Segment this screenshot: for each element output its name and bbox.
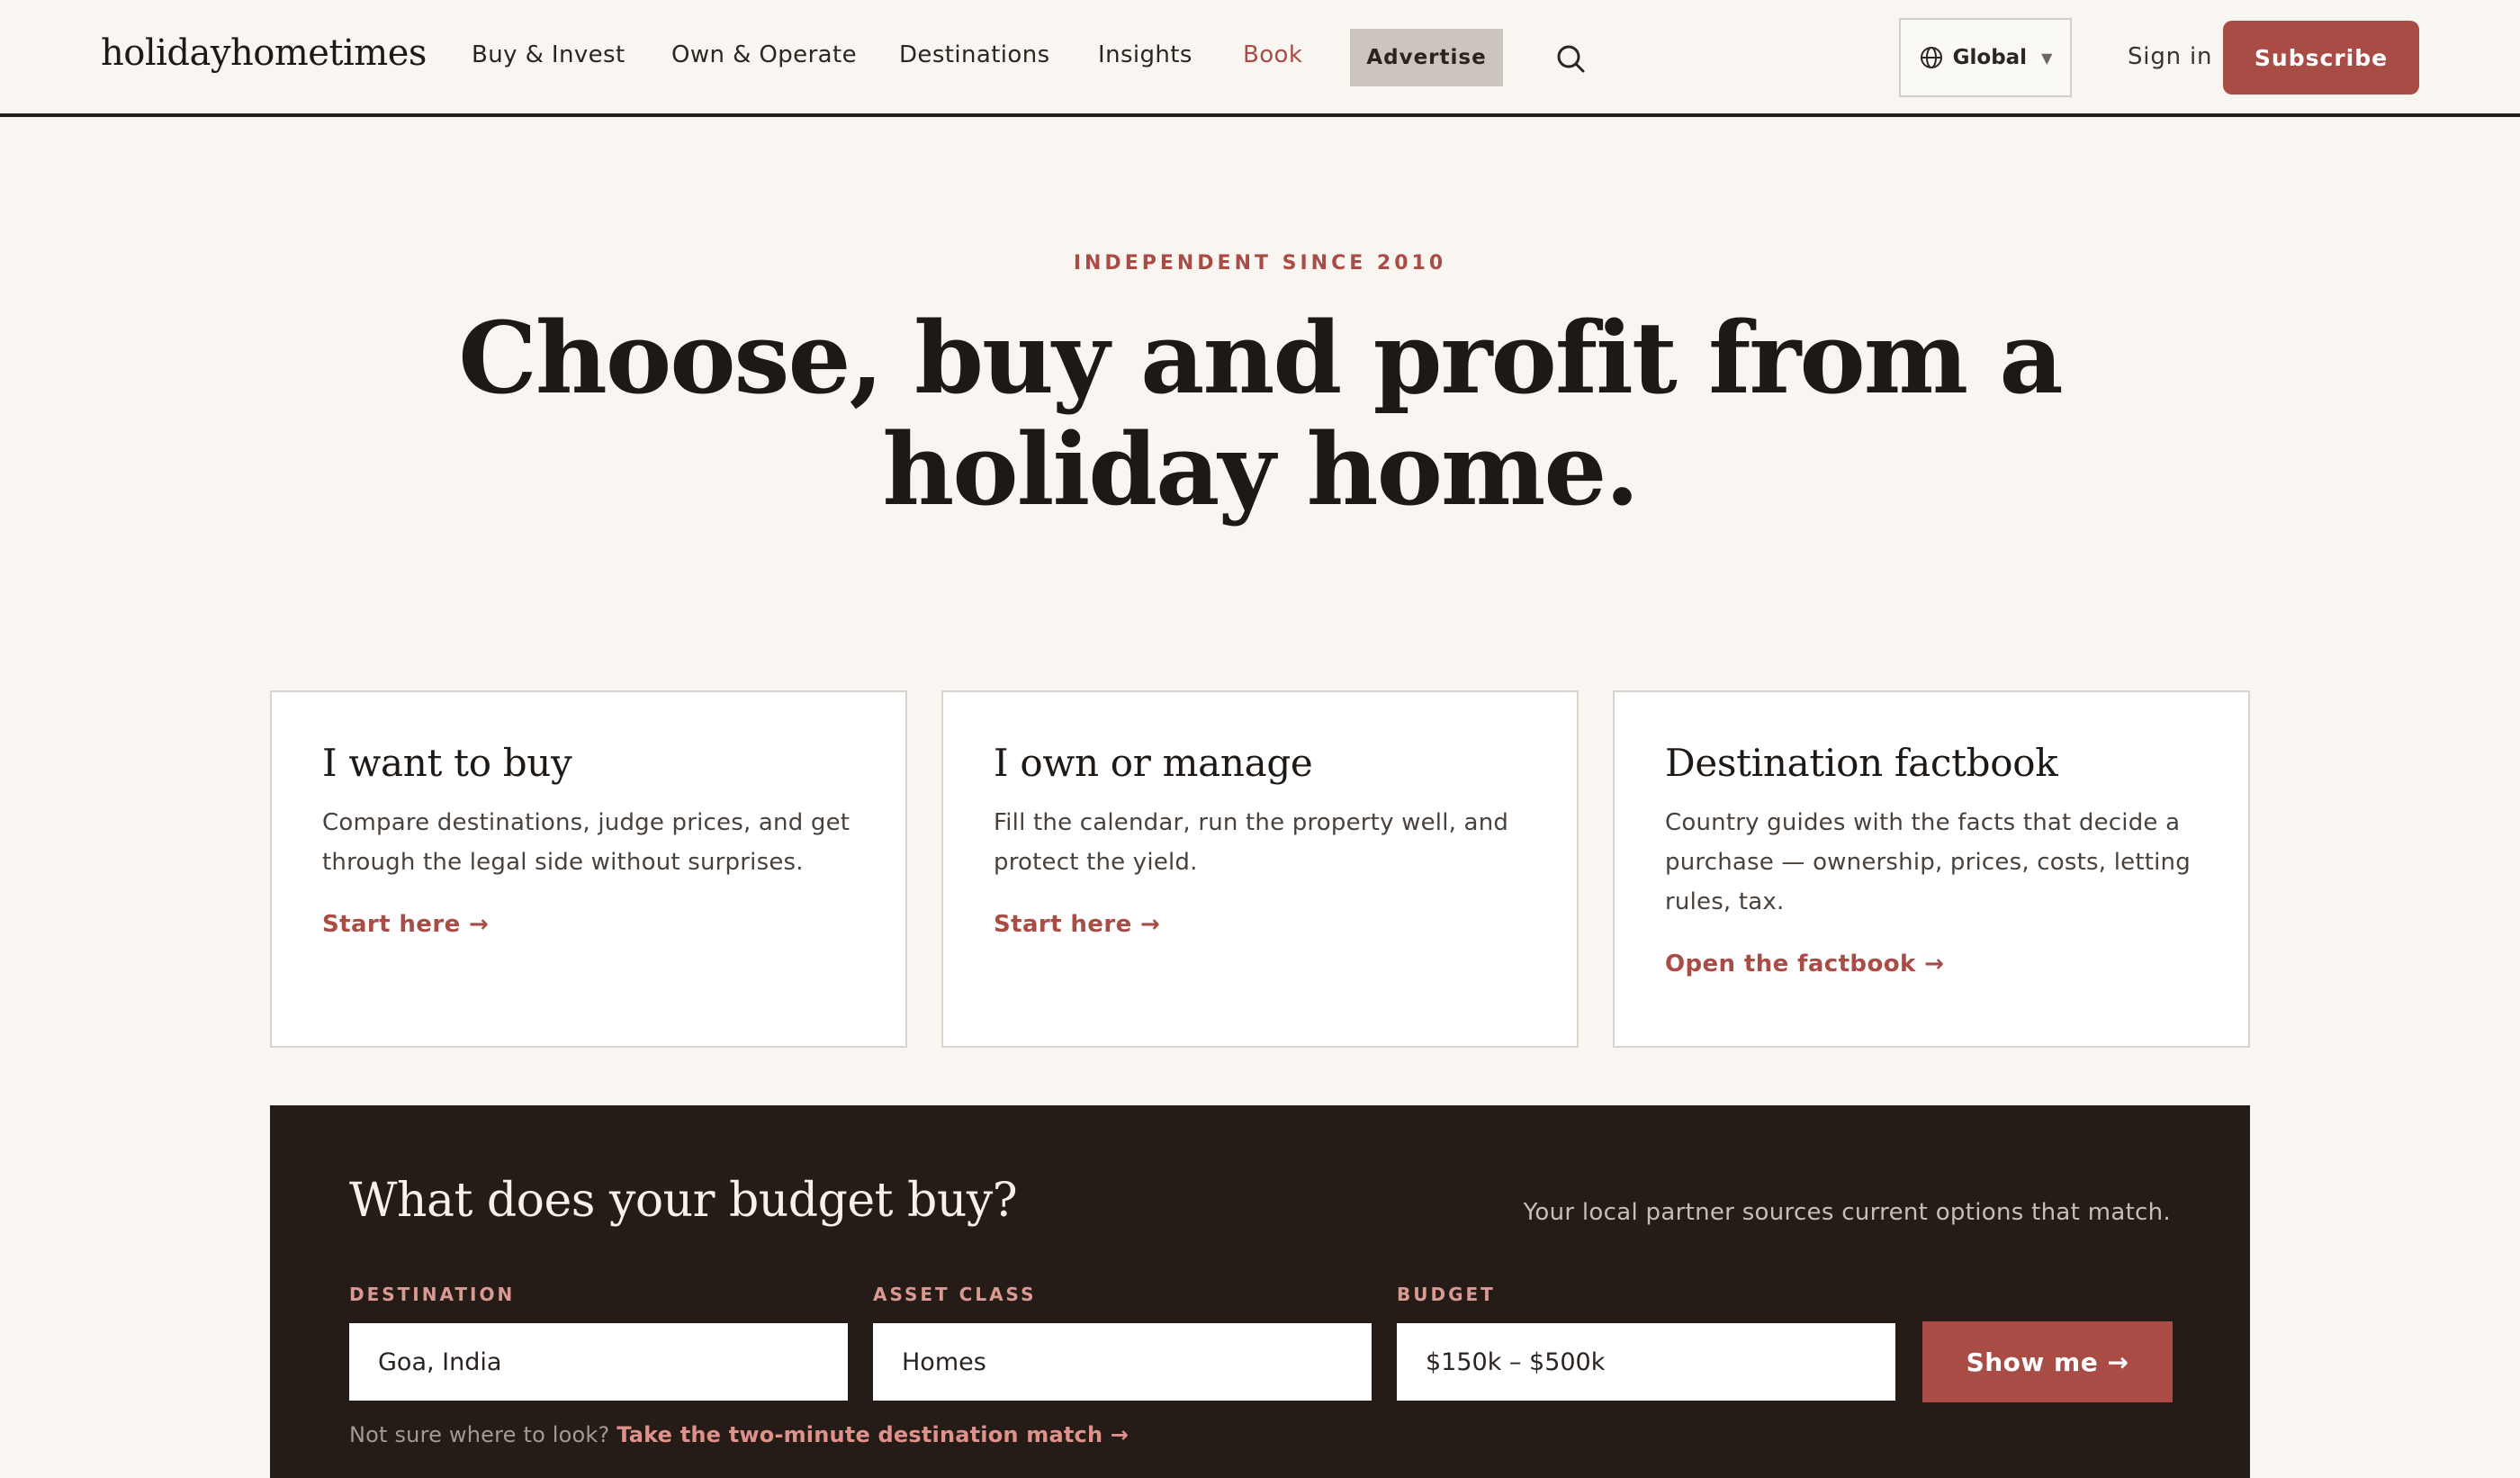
budget-field[interactable]: $150k – $500k <box>1397 1323 1895 1401</box>
site-logo[interactable]: holidayhometimes <box>101 32 427 74</box>
budget-search-panel: What does your budget buy? Your local pa… <box>270 1105 2250 1478</box>
hero-eyebrow: INDEPENDENT SINCE 2010 <box>1073 252 1447 275</box>
destination-field[interactable]: Goa, India <box>349 1323 848 1401</box>
card-cta-link[interactable]: Start here → <box>994 911 1160 938</box>
card-buy[interactable]: I want to buy Compare destinations, judg… <box>270 690 907 1048</box>
hint-text: Not sure where to look? <box>349 1422 617 1447</box>
nav-destinations[interactable]: Destinations <box>899 41 1050 68</box>
budget-note: Your local partner sources current optio… <box>1523 1199 2171 1226</box>
card-body: Compare destinations, judge prices, and … <box>322 809 850 876</box>
card-own-manage[interactable]: I own or manage Fill the calendar, run t… <box>941 690 1579 1048</box>
hero-title: Choose, buy and profit from a holiday ho… <box>458 300 2063 527</box>
card-title: I want to buy <box>322 741 572 785</box>
chevron-down-icon: ▼ <box>2041 49 2053 67</box>
region-selector[interactable]: Global ▼ <box>1899 18 2072 97</box>
advertise-button[interactable]: Advertise <box>1350 29 1503 86</box>
asset-class-label: ASSET CLASS <box>873 1284 1037 1305</box>
destination-match-link[interactable]: Take the two-minute destination match → <box>616 1422 1129 1447</box>
subscribe-button[interactable]: Subscribe <box>2223 21 2419 95</box>
nav-insights[interactable]: Insights <box>1098 41 1192 68</box>
show-me-button[interactable]: Show me → <box>1922 1321 2173 1402</box>
region-label: Global <box>1952 46 2028 69</box>
site-header: holidayhometimes Buy & Invest Own & Oper… <box>0 0 2520 117</box>
search-button[interactable] <box>1553 41 1589 77</box>
budget-label: BUDGET <box>1397 1284 1496 1305</box>
nav-buy-invest[interactable]: Buy & Invest <box>472 41 626 68</box>
card-title: Destination factbook <box>1665 741 2058 785</box>
globe-icon <box>1920 47 1942 68</box>
nav-own-operate[interactable]: Own & Operate <box>671 41 857 68</box>
card-cta-link[interactable]: Start here → <box>322 911 489 938</box>
destination-match-hint: Not sure where to look? Take the two-min… <box>349 1422 1129 1447</box>
card-factbook[interactable]: Destination factbook Country guides with… <box>1613 690 2250 1048</box>
search-icon <box>1557 45 1585 73</box>
card-cta-link[interactable]: Open the factbook → <box>1665 951 1944 978</box>
card-body: Fill the calendar, run the property well… <box>994 809 1509 876</box>
card-title: I own or manage <box>994 741 1313 785</box>
budget-title: What does your budget buy? <box>349 1174 1018 1228</box>
asset-class-field[interactable]: Homes <box>873 1323 1372 1401</box>
card-body: Country guides with the facts that decid… <box>1665 809 2191 915</box>
destination-label: DESTINATION <box>349 1284 516 1305</box>
sign-in-link[interactable]: Sign in <box>2128 43 2212 70</box>
nav-book[interactable]: Book <box>1243 41 1302 68</box>
